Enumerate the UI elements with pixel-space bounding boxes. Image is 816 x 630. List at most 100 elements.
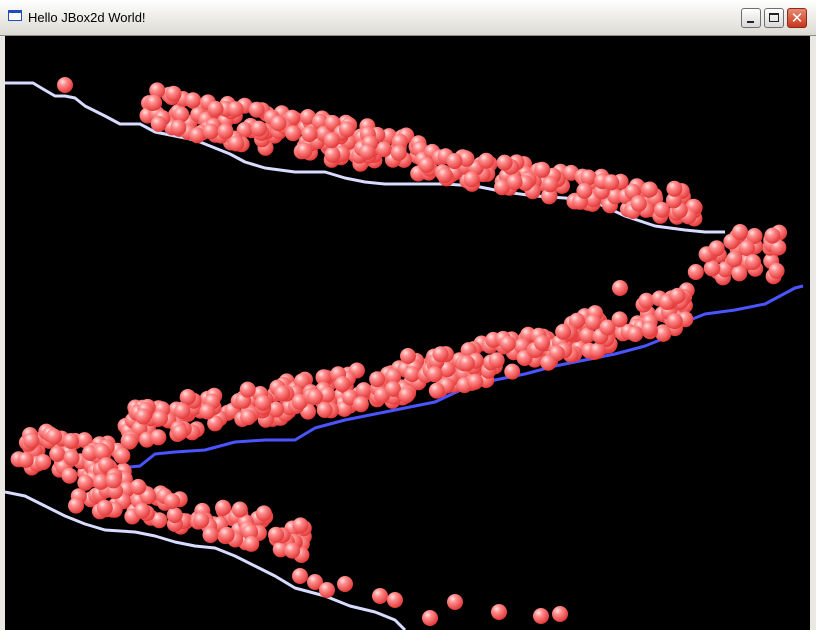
physics-ball xyxy=(105,472,122,489)
physics-ball xyxy=(478,152,495,169)
physics-ball xyxy=(274,385,291,402)
physics-ball xyxy=(292,517,309,534)
physics-ball xyxy=(488,352,505,369)
close-icon: ✕ xyxy=(790,9,804,27)
physics-ball xyxy=(306,389,323,405)
physics-ball xyxy=(227,101,244,118)
physics-ball xyxy=(35,454,52,470)
physics-ball xyxy=(296,142,313,159)
physics-ball xyxy=(268,526,284,543)
physics-ball xyxy=(641,181,658,198)
physics-ball xyxy=(704,260,721,277)
physics-ball xyxy=(504,363,521,380)
physics-ball xyxy=(404,366,421,383)
physics-ball xyxy=(207,100,224,117)
physics-ball xyxy=(375,141,392,158)
physics-ball xyxy=(96,499,113,516)
physics-scene xyxy=(5,36,810,630)
physics-ball xyxy=(301,126,318,143)
physics-ball xyxy=(627,326,644,342)
physics-ball xyxy=(170,119,187,136)
physics-ball xyxy=(130,478,147,495)
physics-ball xyxy=(641,321,658,338)
physics-ball xyxy=(217,123,234,140)
physics-ball xyxy=(534,334,550,351)
physics-ball xyxy=(202,123,219,140)
physics-ball xyxy=(165,85,182,102)
physics-ball xyxy=(239,381,256,398)
physics-ball xyxy=(732,224,748,240)
physics-ball xyxy=(63,433,79,449)
physics-ball xyxy=(172,424,188,441)
physics-ball xyxy=(612,280,628,296)
physics-ball xyxy=(533,608,549,624)
physics-ball xyxy=(319,582,335,598)
physics-ball xyxy=(166,507,183,524)
physics-ball xyxy=(467,373,484,390)
physics-ball xyxy=(68,497,84,514)
physics-ball xyxy=(552,606,568,622)
physics-ball xyxy=(426,366,443,383)
physics-ball xyxy=(202,527,219,543)
physics-ball xyxy=(240,409,257,426)
physics-ball xyxy=(270,115,287,132)
physics-ball xyxy=(418,157,435,173)
physics-ball xyxy=(726,251,743,268)
physics-ball xyxy=(248,101,265,118)
physics-ball xyxy=(63,449,80,466)
physics-ball xyxy=(255,505,272,522)
physics-ball xyxy=(585,314,602,331)
physics-ball xyxy=(491,604,507,620)
physics-ball xyxy=(316,402,333,418)
physics-ball xyxy=(49,446,66,462)
simulation-canvas[interactable] xyxy=(5,36,810,630)
physics-ball xyxy=(134,502,151,519)
maximize-button[interactable] xyxy=(764,8,784,28)
physics-ball xyxy=(334,376,351,393)
physics-ball xyxy=(77,474,94,491)
physics-ball xyxy=(199,403,216,420)
physics-ball xyxy=(458,355,475,372)
physics-ball xyxy=(669,287,686,304)
physics-ball xyxy=(23,432,40,449)
physics-ball xyxy=(135,408,152,425)
physics-ball xyxy=(422,610,438,626)
physics-ball xyxy=(146,94,163,111)
physics-ball xyxy=(359,143,376,160)
physics-ball xyxy=(292,568,308,584)
app-window-icon xyxy=(8,10,22,21)
physics-ball xyxy=(164,493,180,510)
physics-ball xyxy=(243,535,260,552)
maximize-icon xyxy=(769,13,779,22)
title-bar[interactable]: Hello JBox2d World! ✕ xyxy=(0,0,816,36)
physics-ball xyxy=(324,146,341,163)
physics-ball xyxy=(17,452,34,468)
physics-ball xyxy=(540,354,557,371)
physics-ball xyxy=(323,132,340,149)
minimize-button[interactable] xyxy=(741,8,761,28)
physics-ball xyxy=(589,342,606,359)
minimize-icon xyxy=(747,21,754,23)
physics-ball xyxy=(174,403,191,419)
physics-ball xyxy=(390,144,407,161)
physics-ball xyxy=(436,167,453,184)
physics-ball xyxy=(432,346,449,363)
close-button[interactable]: ✕ xyxy=(787,8,807,28)
physics-ball xyxy=(655,325,672,342)
physics-ball xyxy=(337,576,353,592)
physics-ball xyxy=(666,313,683,330)
physics-ball xyxy=(284,542,301,559)
physics-ball xyxy=(764,227,781,244)
physics-ball xyxy=(496,154,513,171)
physics-ball xyxy=(384,380,401,397)
physics-ball xyxy=(46,428,63,445)
physics-ball xyxy=(666,180,683,197)
physics-ball xyxy=(61,467,78,484)
physics-ball xyxy=(687,264,704,280)
physics-ball xyxy=(428,382,445,399)
physics-ball xyxy=(285,125,302,142)
physics-ball xyxy=(114,447,131,464)
physics-ball xyxy=(231,501,248,518)
physics-ball xyxy=(555,323,572,340)
physics-ball xyxy=(630,195,647,212)
